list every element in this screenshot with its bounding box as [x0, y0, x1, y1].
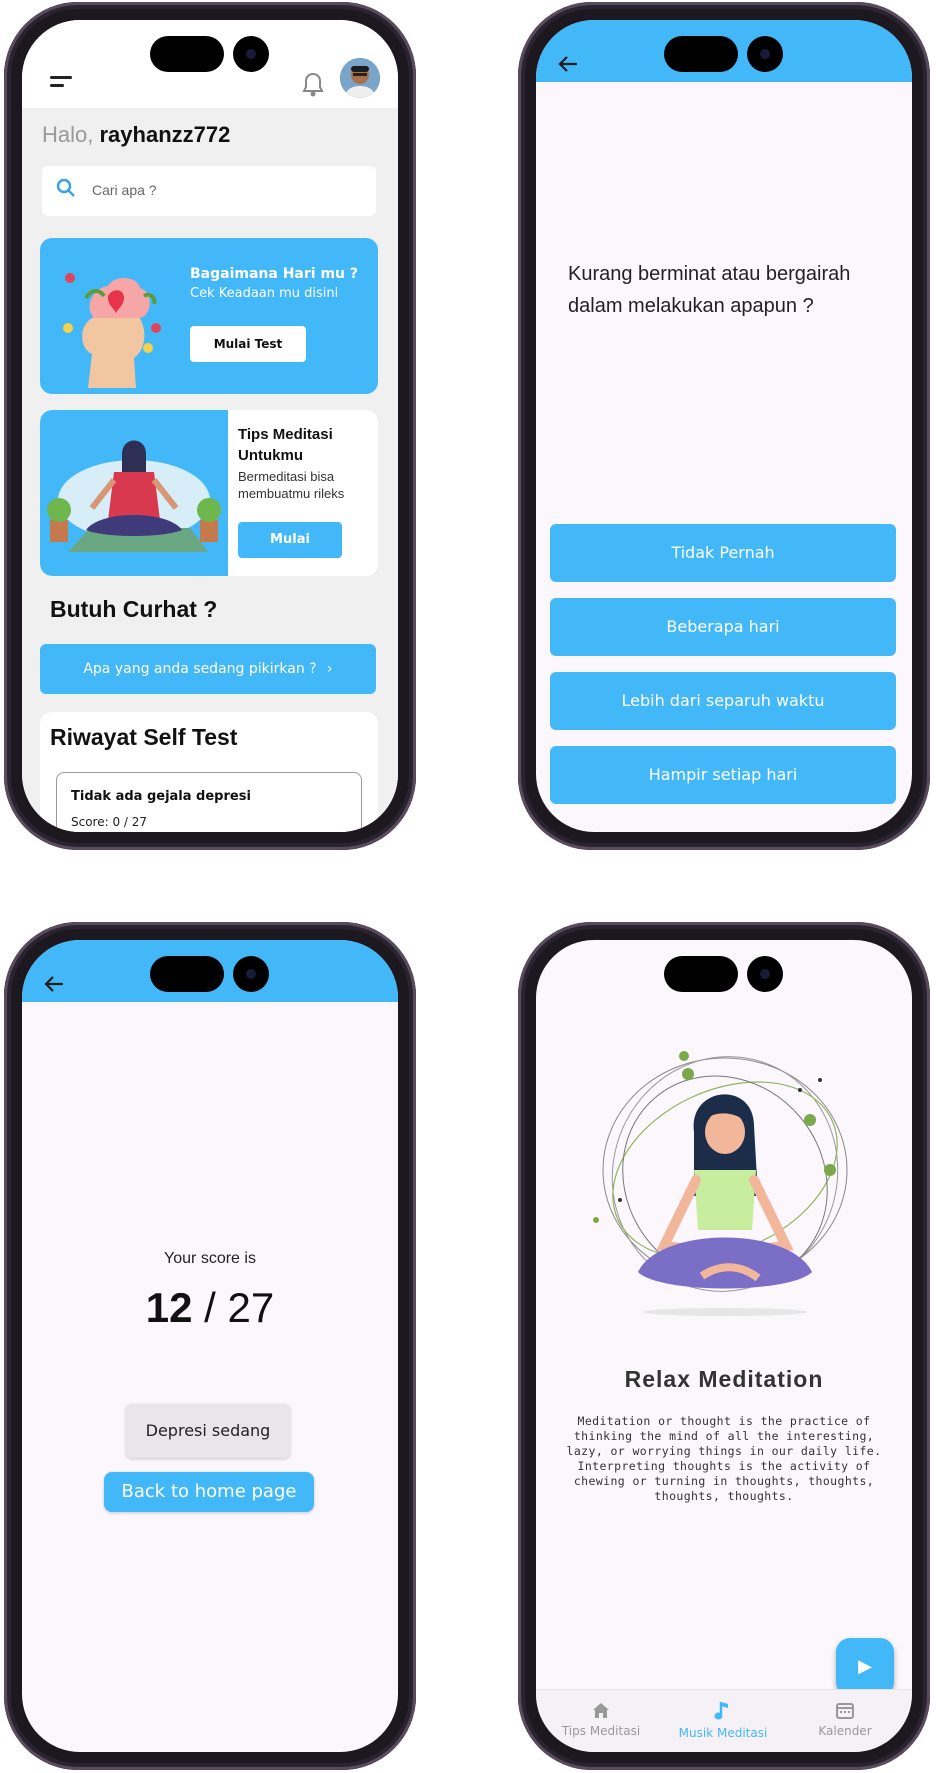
play-button[interactable]: ▶	[836, 1638, 894, 1696]
nav-label: Kalender	[818, 1724, 872, 1738]
menu-icon[interactable]	[50, 76, 72, 88]
search-input[interactable]: Cari apa ?	[42, 166, 376, 216]
score-value: 12 / 27	[22, 1284, 398, 1332]
quiz-screen: Kurang berminat atau bergairah dalam mel…	[536, 20, 912, 832]
username: rayhanzz772	[99, 122, 231, 147]
bottom-nav: Tips Meditasi Musik Meditasi Kalender	[536, 1689, 912, 1752]
phone-meditation: Relax Meditation Meditation or thought i…	[518, 922, 930, 1770]
answer-button[interactable]: Lebih dari separuh waktu	[550, 672, 896, 730]
camera	[747, 36, 783, 72]
nav-label: Musik Meditasi	[678, 1726, 768, 1740]
avatar[interactable]	[340, 58, 380, 98]
play-icon: ▶	[858, 1656, 872, 1677]
nav-label: Tips Meditasi	[561, 1724, 641, 1738]
nav-kalender[interactable]: Kalender	[790, 1700, 900, 1738]
result-category: Depresi sedang	[126, 1404, 290, 1458]
score-number: 12	[145, 1284, 193, 1331]
phone-quiz: Kurang berminat atau bergairah dalam mel…	[518, 2, 930, 850]
greeting: Halo, rayhanzz772	[42, 122, 230, 148]
home-icon	[546, 1700, 656, 1724]
curhat-button-label: Apa yang anda sedang pikirkan ?	[83, 661, 317, 677]
meditation-description: Meditation or thought is the practice of…	[566, 1414, 882, 1503]
phone-result: Your score is 12 / 27 Depresi sedang Bac…	[4, 922, 416, 1770]
history-item[interactable]: Tidak ada gejala depresi Score: 0 / 27	[56, 772, 362, 832]
answer-button[interactable]: Beberapa hari	[550, 598, 896, 656]
mood-card[interactable]: Bagaimana Hari mu ? Cek Keadaan mu disin…	[40, 238, 378, 394]
back-to-home-button[interactable]: Back to home page	[104, 1472, 314, 1512]
chevron-right-icon: ›	[327, 661, 333, 677]
mood-card-title: Bagaimana Hari mu ?	[190, 266, 358, 282]
nav-tips-meditasi[interactable]: Tips Meditasi	[546, 1700, 656, 1738]
history-section: Riwayat Self Test Tidak ada gejala depre…	[40, 712, 378, 832]
back-arrow-icon[interactable]	[44, 974, 64, 998]
search-placeholder: Cari apa ?	[92, 182, 157, 198]
answer-button[interactable]: Hampir setiap hari	[550, 746, 896, 804]
history-result: Tidak ada gejala depresi	[71, 789, 251, 804]
nav-musik-meditasi[interactable]: Musik Meditasi	[668, 1700, 778, 1740]
history-title: Riwayat Self Test	[50, 724, 238, 750]
search-icon	[56, 178, 76, 203]
bell-icon[interactable]	[302, 72, 324, 104]
meditation-illustration	[40, 410, 228, 576]
meditation-illustration	[593, 1051, 848, 1316]
home-screen: Halo, rayhanzz772 Cari apa ? Bagaimana H…	[22, 20, 398, 832]
start-meditation-button[interactable]: Mulai	[238, 522, 342, 558]
dynamic-island	[150, 36, 224, 72]
meditation-card[interactable]: Tips Meditasi Untukmu Bermeditasi bisa m…	[40, 410, 378, 576]
meditation-card-title: Tips Meditasi Untukmu	[238, 426, 333, 464]
phone-home: Halo, rayhanzz772 Cari apa ? Bagaimana H…	[4, 2, 416, 850]
score-label: Your score is	[164, 1250, 256, 1267]
start-test-button[interactable]: Mulai Test	[190, 326, 306, 362]
dynamic-island	[664, 956, 738, 992]
history-score: Score: 0 / 27	[71, 815, 148, 829]
calendar-icon	[790, 1700, 900, 1724]
dynamic-island	[664, 36, 738, 72]
curhat-button[interactable]: Apa yang anda sedang pikirkan ? ›	[40, 644, 376, 694]
home-body: Halo, rayhanzz772 Cari apa ? Bagaimana H…	[22, 108, 398, 832]
camera	[747, 956, 783, 992]
meditation-screen: Relax Meditation Meditation or thought i…	[536, 940, 912, 1752]
brain-head-illustration	[63, 273, 161, 388]
meditation-title: Relax Meditation	[624, 1366, 824, 1392]
back-arrow-icon[interactable]	[558, 54, 578, 78]
music-note-icon	[668, 1700, 778, 1726]
camera	[233, 956, 269, 992]
score-separator: /	[192, 1284, 228, 1331]
meditation-card-subtitle: Bermeditasi bisa membuatmu rileks	[238, 469, 345, 501]
camera	[233, 36, 269, 72]
score-max: 27	[227, 1284, 275, 1331]
dynamic-island	[150, 956, 224, 992]
quiz-question: Kurang berminat atau bergairah dalam mel…	[568, 263, 851, 317]
greeting-prefix: Halo,	[42, 122, 94, 147]
curhat-title: Butuh Curhat ?	[50, 596, 218, 622]
result-screen: Your score is 12 / 27 Depresi sedang Bac…	[22, 940, 398, 1752]
answer-button[interactable]: Tidak Pernah	[550, 524, 896, 582]
mood-card-subtitle: Cek Keadaan mu disini	[190, 286, 339, 301]
